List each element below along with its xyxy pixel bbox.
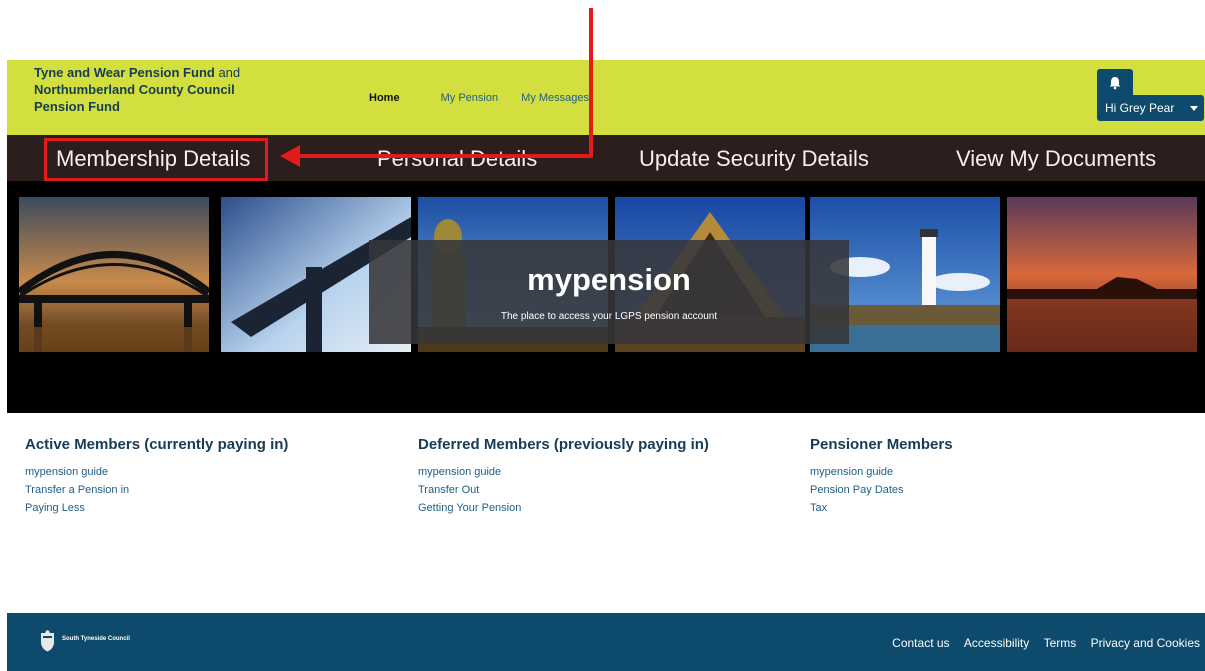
active-members-column: Active Members (currently paying in) myp…: [25, 436, 288, 517]
secnav-view-my-documents[interactable]: View My Documents: [956, 146, 1156, 172]
hero-image-tyne-bridge: [19, 197, 209, 352]
org-title[interactable]: Tyne and Wear Pension Fund and Northumbe…: [34, 64, 274, 115]
footer-privacy-cookies[interactable]: Privacy and Cookies: [1091, 636, 1200, 650]
link-mypension-guide[interactable]: mypension guide: [25, 463, 288, 481]
footer-links: Contact us Accessibility Terms Privacy a…: [881, 636, 1200, 650]
user-greeting: Hi Grey Pear: [1105, 101, 1175, 115]
link-tax[interactable]: Tax: [810, 499, 953, 517]
council-name: South Tyneside Council: [62, 636, 130, 642]
hero-subtitle: The place to access your LGPS pension ac…: [500, 311, 718, 322]
link-mypension-guide[interactable]: mypension guide: [418, 463, 709, 481]
org-title-line3: Pension Fund: [34, 99, 120, 114]
footer-accessibility[interactable]: Accessibility: [964, 636, 1029, 650]
site-footer: South Tyneside Council Contact us Access…: [7, 613, 1205, 671]
hero-banner: mypension The place to access your LGPS …: [7, 181, 1205, 413]
highlight-box: [44, 138, 268, 181]
link-transfer-pension-in[interactable]: Transfer a Pension in: [25, 481, 288, 499]
hero-title: mypension: [527, 262, 691, 297]
deferred-members-heading: Deferred Members (previously paying in): [418, 436, 709, 453]
hero-image-castle-sunset: [1007, 197, 1197, 352]
caret-down-icon: [1190, 106, 1198, 111]
link-transfer-out[interactable]: Transfer Out: [418, 481, 709, 499]
nav-my-pension[interactable]: My Pension: [441, 92, 498, 104]
org-title-and: and: [214, 65, 241, 80]
council-crest-icon: [41, 630, 54, 652]
link-getting-your-pension[interactable]: Getting Your Pension: [418, 499, 709, 517]
org-title-line2: Northumberland County Council: [34, 82, 235, 97]
link-mypension-guide[interactable]: mypension guide: [810, 463, 953, 481]
link-paying-less[interactable]: Paying Less: [25, 499, 288, 517]
bell-icon: [1109, 77, 1121, 90]
link-pension-pay-dates[interactable]: Pension Pay Dates: [810, 481, 953, 499]
notifications-button[interactable]: [1097, 69, 1133, 95]
org-title-line1: Tyne and Wear Pension Fund: [34, 65, 215, 80]
user-menu-button[interactable]: Hi Grey Pear: [1097, 95, 1204, 121]
nav-my-messages[interactable]: My Messages: [521, 92, 589, 104]
active-members-heading: Active Members (currently paying in): [25, 436, 289, 453]
secnav-personal-details[interactable]: Personal Details: [377, 146, 537, 172]
pensioner-members-heading: Pensioner Members: [810, 436, 953, 453]
deferred-members-column: Deferred Members (previously paying in) …: [418, 436, 709, 517]
secnav-update-security-details[interactable]: Update Security Details: [639, 146, 869, 172]
main-nav: Home My Pension My Messages: [369, 92, 609, 104]
pensioner-members-column: Pensioner Members mypension guide Pensio…: [810, 436, 953, 517]
footer-terms[interactable]: Terms: [1044, 636, 1077, 650]
site-header: Tyne and Wear Pension Fund and Northumbe…: [7, 60, 1205, 135]
nav-home[interactable]: Home: [369, 92, 400, 104]
footer-contact-us[interactable]: Contact us: [892, 636, 949, 650]
